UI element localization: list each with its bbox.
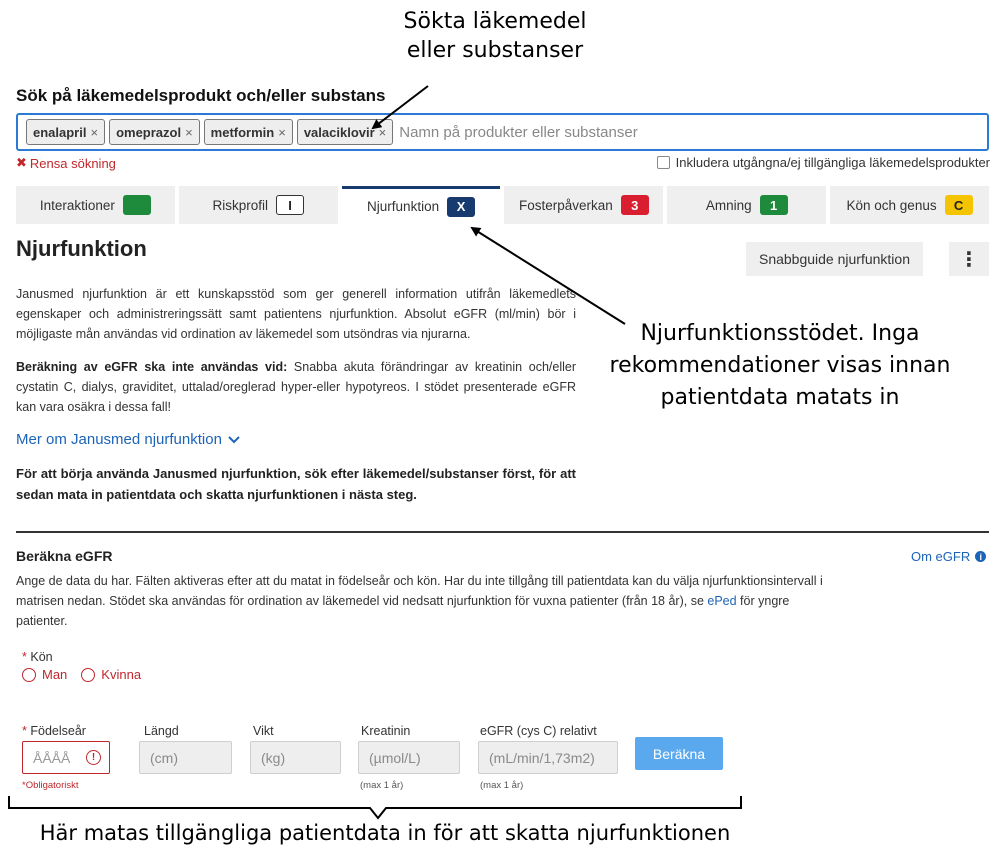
- clear-search-label: Rensa sökning: [29, 155, 116, 171]
- status-badge: 1: [759, 195, 788, 215]
- status-badge: 3: [620, 195, 649, 215]
- more-about-label: Mer om Janusmed njurfunktion: [16, 431, 222, 448]
- radio-label: Man: [42, 667, 68, 682]
- sex-label-text: Kön: [30, 650, 53, 664]
- creatinine-label: Kreatinin: [361, 724, 411, 738]
- chevron-down-icon: [228, 435, 240, 443]
- annotation-kidney-support: Njurfunktionsstödet. Inga rekommendation…: [609, 321, 951, 410]
- chip-remove-icon[interactable]: ×: [278, 125, 286, 140]
- birthyear-field[interactable]: ÅÅÅÅ !: [22, 741, 110, 774]
- egfr-cys-hint: (max 1 år): [480, 780, 524, 791]
- about-egfr-label: Om eGFR: [911, 549, 971, 564]
- tab-breastfeeding[interactable]: Amning 1: [667, 186, 827, 224]
- bracket-patient-data: [8, 796, 742, 820]
- egfr-cys-label: eGFR (cys C) relativt: [480, 724, 597, 738]
- status-badge: [122, 195, 151, 215]
- tab-label: Kön och genus: [846, 197, 937, 213]
- intro-text: Janusmed njurfunktion är ett kunskapsstö…: [16, 287, 576, 341]
- creatinine-hint: (max 1 år): [360, 780, 404, 791]
- search-label: Sök på läkemedelsprodukt och/eller subst…: [16, 86, 386, 105]
- tab-bar: Interaktioner Riskprofil I Njurfunktion X …: [16, 186, 989, 224]
- tab-sex-gender[interactable]: Kön och genus C: [830, 186, 989, 224]
- start-instruction: För att börja använda Janusmed njurfunkt…: [16, 466, 576, 502]
- egfr-description: Ange de data du har. Fälten aktiveras ef…: [16, 571, 836, 631]
- chip-label: metformin: [210, 124, 275, 140]
- chip-label: valaciklovir: [303, 124, 375, 140]
- chip-label: enalapril: [33, 124, 87, 140]
- sex-label: * Kön: [22, 650, 53, 664]
- tab-kidney-function[interactable]: Njurfunktion X: [341, 186, 501, 224]
- required-hint: *Obligatoriskt: [22, 780, 79, 791]
- weight-label: Vikt: [253, 724, 274, 738]
- required-mark: *: [22, 650, 27, 664]
- warning-text: Beräkning av eGFR ska inte användas vid:…: [16, 357, 576, 417]
- birthyear-placeholder: ÅÅÅÅ: [33, 749, 71, 766]
- status-badge: I: [276, 195, 304, 215]
- chip-remove-icon[interactable]: ×: [379, 125, 387, 140]
- about-egfr-link[interactable]: Om eGFR i: [911, 549, 987, 564]
- tab-riskprofile[interactable]: Riskprofil I: [178, 186, 338, 224]
- tab-interactions[interactable]: Interaktioner: [16, 186, 175, 224]
- radio-circle[interactable]: [22, 667, 36, 682]
- egfr-desc-text: Ange de data du har. Fälten aktiveras ef…: [16, 574, 823, 608]
- search-input[interactable]: [397, 117, 987, 147]
- warning-heading: Beräkning av eGFR ska inte användas vid:: [16, 360, 288, 374]
- more-about-link[interactable]: Mer om Janusmed njurfunktion: [16, 431, 240, 448]
- tab-label: Njurfunktion: [367, 199, 440, 214]
- weight-field[interactable]: (kg): [250, 741, 341, 774]
- radio-woman[interactable]: Kvinna: [81, 667, 141, 682]
- birthyear-label-text: Födelseår: [30, 724, 86, 738]
- include-unavailable-checkbox[interactable]: Inkludera utgångna/ej tillgängliga läkem…: [656, 155, 990, 170]
- radio-man[interactable]: Man: [22, 667, 67, 682]
- height-field[interactable]: (cm): [139, 741, 232, 774]
- search-chip: valaciklovir ×: [296, 119, 394, 145]
- required-mark: *: [22, 724, 27, 738]
- birthyear-label: * Födelseår: [22, 724, 86, 738]
- section-divider: [16, 531, 989, 533]
- height-label: Längd: [144, 724, 179, 738]
- more-options-icon[interactable]: ⋮: [949, 242, 989, 276]
- clear-search-link[interactable]: ✖ Rensa sökning: [16, 155, 116, 171]
- annotation-patient-data: Här matas tillgängliga patientdata in fö…: [39, 821, 731, 845]
- creatinine-field[interactable]: (µmol/L): [358, 741, 460, 774]
- close-icon: ✖: [16, 155, 27, 170]
- status-badge: C: [944, 195, 973, 215]
- egfr-section-title: Beräkna eGFR: [16, 548, 113, 564]
- page-title: Njurfunktion: [16, 236, 147, 261]
- quickguide-button[interactable]: Snabbguide njurfunktion: [746, 242, 923, 276]
- tab-label: Interaktioner: [39, 197, 115, 213]
- annotation-searched-drugs: Sökta läkemedel eller substanser: [403, 9, 587, 63]
- chip-remove-icon[interactable]: ×: [90, 125, 98, 140]
- search-chip: metformin ×: [203, 119, 293, 145]
- tab-fetal-effects[interactable]: Fosterpåverkan 3: [504, 186, 664, 224]
- search-box[interactable]: enalapril × omeprazol × metformin × valacik…: [16, 113, 989, 151]
- checkbox-box[interactable]: [656, 156, 670, 169]
- calculate-button[interactable]: Beräkna: [635, 737, 723, 770]
- tab-label: Amning: [705, 197, 752, 213]
- chip-label: omeprazol: [116, 124, 182, 140]
- tab-label: Riskprofil: [212, 197, 268, 213]
- info-icon: i: [975, 551, 987, 562]
- search-chip: omeprazol ×: [109, 119, 200, 145]
- sex-options: Man Kvinna: [22, 667, 141, 682]
- egfr-cys-field[interactable]: (mL/min/1,73m2): [478, 741, 618, 774]
- eped-link[interactable]: ePed: [707, 594, 736, 608]
- include-unavailable-label: Inkludera utgångna/ej tillgängliga läkem…: [675, 155, 990, 170]
- search-chip: enalapril ×: [26, 119, 106, 145]
- status-badge: X: [447, 196, 476, 217]
- chip-remove-icon[interactable]: ×: [185, 125, 193, 140]
- radio-circle[interactable]: [81, 667, 96, 682]
- radio-label: Kvinna: [101, 667, 142, 682]
- warning-icon: !: [86, 750, 101, 765]
- tab-label: Fosterpåverkan: [519, 197, 613, 213]
